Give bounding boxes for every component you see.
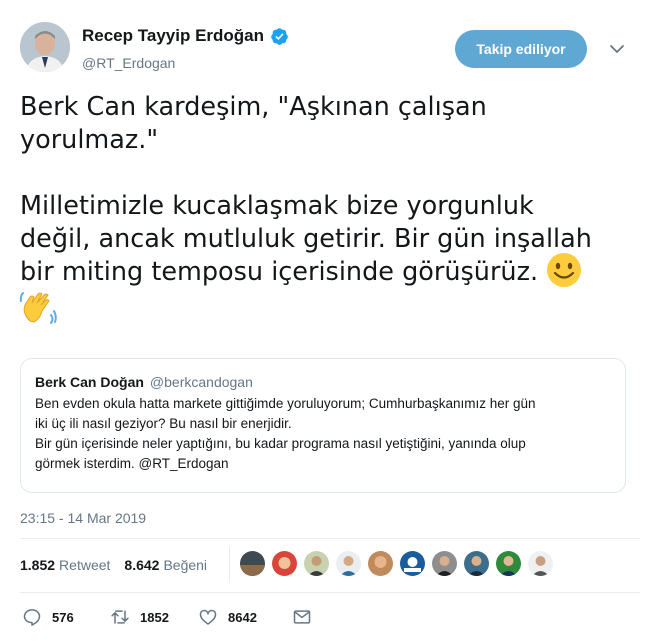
liker-avatar[interactable]	[272, 551, 297, 576]
retweet-icon	[111, 610, 129, 624]
liker-avatar[interactable]	[528, 551, 553, 576]
tweet-timestamp[interactable]: 23:15 - 14 Mar 2019	[20, 510, 146, 526]
waving-hand-emoji	[19, 292, 57, 324]
like-stat[interactable]: 8.642 Beğeni	[124, 557, 207, 573]
liker-avatar[interactable]	[240, 551, 265, 576]
chevron-down-icon[interactable]	[606, 38, 628, 60]
tweet: Recep Tayyip Erdoğan @RT_Erdogan Takip e…	[0, 0, 660, 641]
tweet-paragraph-1: Berk Can kardeşim, "Aşkınan çalışan yoru…	[20, 92, 487, 155]
author-name[interactable]: Recep Tayyip Erdoğan	[82, 26, 264, 46]
like-action[interactable]: 8642	[198, 607, 292, 627]
liker-avatar[interactable]	[432, 551, 457, 576]
message-icon	[293, 610, 311, 624]
reply-count: 576	[52, 609, 74, 625]
author-avatar[interactable]	[20, 22, 70, 72]
message-action[interactable]	[292, 607, 312, 627]
reply-action[interactable]: 576	[22, 607, 110, 627]
like-label: Beğeni	[163, 557, 208, 573]
tweet-actions: 576 1852 8642	[22, 607, 312, 627]
tweet-text: Berk Can kardeşim, "Aşkınan çalışan yoru…	[19, 91, 635, 358]
retweet-action[interactable]: 1852	[110, 607, 198, 627]
author-handle[interactable]: @RT_Erdogan	[82, 55, 289, 71]
retweet-count: 1.852	[20, 557, 56, 573]
tweet-paragraph-2: Milletimizle kucaklaşmak bize yorgunluk …	[19, 190, 635, 358]
liker-avatar[interactable]	[336, 551, 361, 576]
liker-avatar[interactable]	[368, 551, 393, 576]
author-info: Recep Tayyip Erdoğan @RT_Erdogan	[82, 26, 289, 71]
liker-avatars	[240, 551, 553, 576]
liker-avatar[interactable]	[400, 551, 425, 576]
engagement-stats: 1.852 Retweet 8.642 Beğeni	[20, 557, 207, 573]
divider	[20, 538, 640, 539]
like-count: 8.642	[124, 557, 160, 573]
liker-avatar[interactable]	[496, 551, 521, 576]
stats-separator	[229, 547, 230, 583]
retweet-action-count: 1852	[140, 609, 169, 625]
quoted-author-name: Berk Can Doğan	[35, 374, 144, 390]
liker-avatar[interactable]	[464, 551, 489, 576]
divider	[20, 592, 640, 593]
liker-avatar[interactable]	[304, 551, 329, 576]
reply-icon	[23, 609, 41, 626]
quoted-tweet[interactable]: Berk Can Doğan @berkcandogan Ben evden o…	[20, 358, 626, 493]
following-button[interactable]: Takip ediliyor	[455, 30, 587, 68]
retweet-label: Retweet	[59, 557, 111, 573]
tweet-paragraph-2-text: Milletimizle kucaklaşmak bize yorgunluk …	[20, 191, 592, 287]
like-icon	[199, 609, 217, 625]
like-action-count: 8642	[228, 609, 257, 625]
verified-badge-icon	[271, 27, 288, 45]
quoted-author-handle: @berkcandogan	[149, 374, 253, 390]
retweet-stat[interactable]: 1.852 Retweet	[20, 557, 110, 573]
quoted-text: Ben evden okula hatta markete gittiğimde…	[35, 396, 536, 471]
smiley-emoji	[547, 253, 582, 287]
